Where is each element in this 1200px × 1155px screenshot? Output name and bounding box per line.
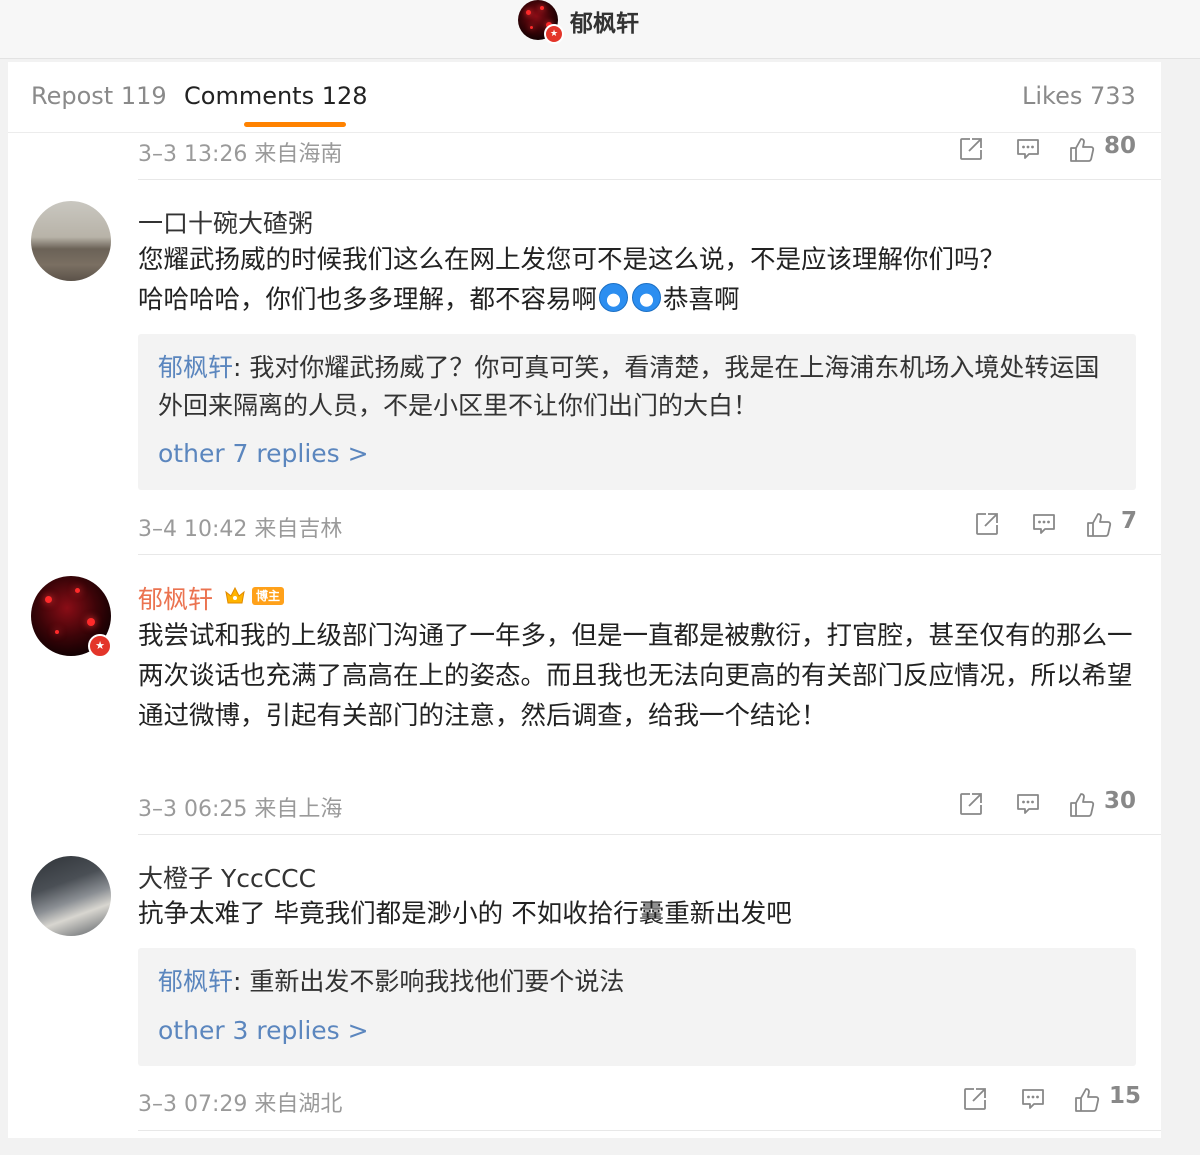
comment-meta: 3–4 10:42 来自吉林 7 [138,508,1138,545]
comment-text-line: 您耀武扬威的时候我们这么在网上发您可不是这么说，不是应该理解你们吗？ [138,245,1006,275]
comment-text-line: 哈哈哈哈，你们也多多理解，都不容易啊 恭喜啊 [138,280,1138,320]
reply-text: 郁枫轩: 我对你耀武扬威了？你可真可笑，看清楚，我是在上海浦东机场入境处转运国外… [158,349,1118,425]
comments-panel: Repost 119 Comments 128 Likes 733 3–3 13… [8,62,1161,1155]
comment-meta: 3–3 13:26 来自海南 80 [138,133,1138,170]
like-count: 80 [1104,133,1137,159]
emoji-icon [599,283,629,312]
tab-comments[interactable]: Comments 128 [184,82,368,110]
comment-icon[interactable] [1031,511,1057,541]
crown-icon [224,586,246,606]
emoji-icon [632,283,662,312]
comment-text: 抗争太难了 毕竟我们都是渺小的 不如收拾行囊重新出发吧 [138,899,792,929]
share-icon[interactable] [974,511,1000,541]
bottom-strip [0,1138,1200,1155]
verified-icon: ★ [544,24,564,44]
reply-preview[interactable]: 郁枫轩: 重新出发不影响我找他们要个说法 other 3 replies > [138,948,1136,1066]
reply-content: : 我对你耀武扬威了？你可真可笑，看清楚，我是在上海浦东机场入境处转运国外回来隔… [158,353,1100,420]
reply-text: 郁枫轩: 重新出发不影响我找他们要个说法 [158,963,1118,1001]
more-replies-link[interactable]: other 7 replies > [158,439,369,468]
verified-icon: ★ [88,634,112,658]
comment-icon[interactable] [1015,791,1041,821]
comment-text-segment: 恭喜啊 [663,285,740,315]
divider [138,179,1161,180]
comment-username[interactable]: 大橙子 YccCCC [138,859,316,895]
like-count: 7 [1121,508,1138,534]
comment-icon[interactable] [1015,136,1041,166]
reply-content: : 重新出发不影响我找他们要个说法 [233,967,625,996]
share-icon[interactable] [958,136,984,166]
divider [138,554,1161,555]
divider [138,834,1161,835]
like-count: 30 [1104,788,1137,814]
divider [138,1130,1161,1131]
comment-username[interactable]: 一口十碗大碴粥 [138,204,313,240]
comment-icon[interactable] [1020,1086,1046,1116]
comment-username[interactable]: 郁枫轩 [138,580,213,616]
tab-likes[interactable]: Likes 733 [1022,82,1136,110]
top-bar: ★ 郁枫轩 [0,0,1200,59]
header-title: 郁枫轩 [570,11,639,37]
comment-time-location: 3–3 07:29 来自湖北 [138,1092,343,1117]
like-count: 15 [1109,1083,1142,1109]
comment-time-location: 3–4 10:42 来自吉林 [138,517,343,542]
like-icon[interactable] [1085,511,1113,541]
reply-username[interactable]: 郁枫轩 [158,353,233,382]
share-icon[interactable] [962,1086,988,1116]
comment-meta: 3–3 06:25 来自上海 30 [138,788,1138,825]
comment-time-location: 3–3 13:26 来自海南 [138,142,343,167]
like-icon[interactable] [1068,136,1096,166]
comment-meta: 3–3 07:29 来自湖北 15 [138,1083,1142,1120]
reply-username[interactable]: 郁枫轩 [158,967,233,996]
comment-text: 我尝试和我的上级部门沟通了一年多，但是一直都是被敷衍，打官腔，甚至仅有的那么一两… [138,621,1133,731]
avatar[interactable] [31,856,111,936]
tab-repost[interactable]: Repost 119 [31,82,167,110]
avatar[interactable] [31,201,111,281]
author-badge: 博主 [252,587,284,605]
active-tab-indicator [244,122,346,127]
like-icon[interactable] [1073,1086,1101,1116]
reply-preview[interactable]: 郁枫轩: 我对你耀武扬威了？你可真可笑，看清楚，我是在上海浦东机场入境处转运国外… [138,334,1136,490]
like-icon[interactable] [1068,791,1096,821]
share-icon[interactable] [958,791,984,821]
comment-text: 您耀武扬威的时候我们这么在网上发您可不是这么说，不是应该理解你们吗？ 哈哈哈哈，… [138,240,1138,320]
tab-bar: Repost 119 Comments 128 Likes 733 [8,62,1161,133]
comment-time-location: 3–3 06:25 来自上海 [138,797,343,822]
comment-text-segment: 哈哈哈哈，你们也多多理解，都不容易啊 [138,285,598,315]
more-replies-link[interactable]: other 3 replies > [158,1016,369,1045]
